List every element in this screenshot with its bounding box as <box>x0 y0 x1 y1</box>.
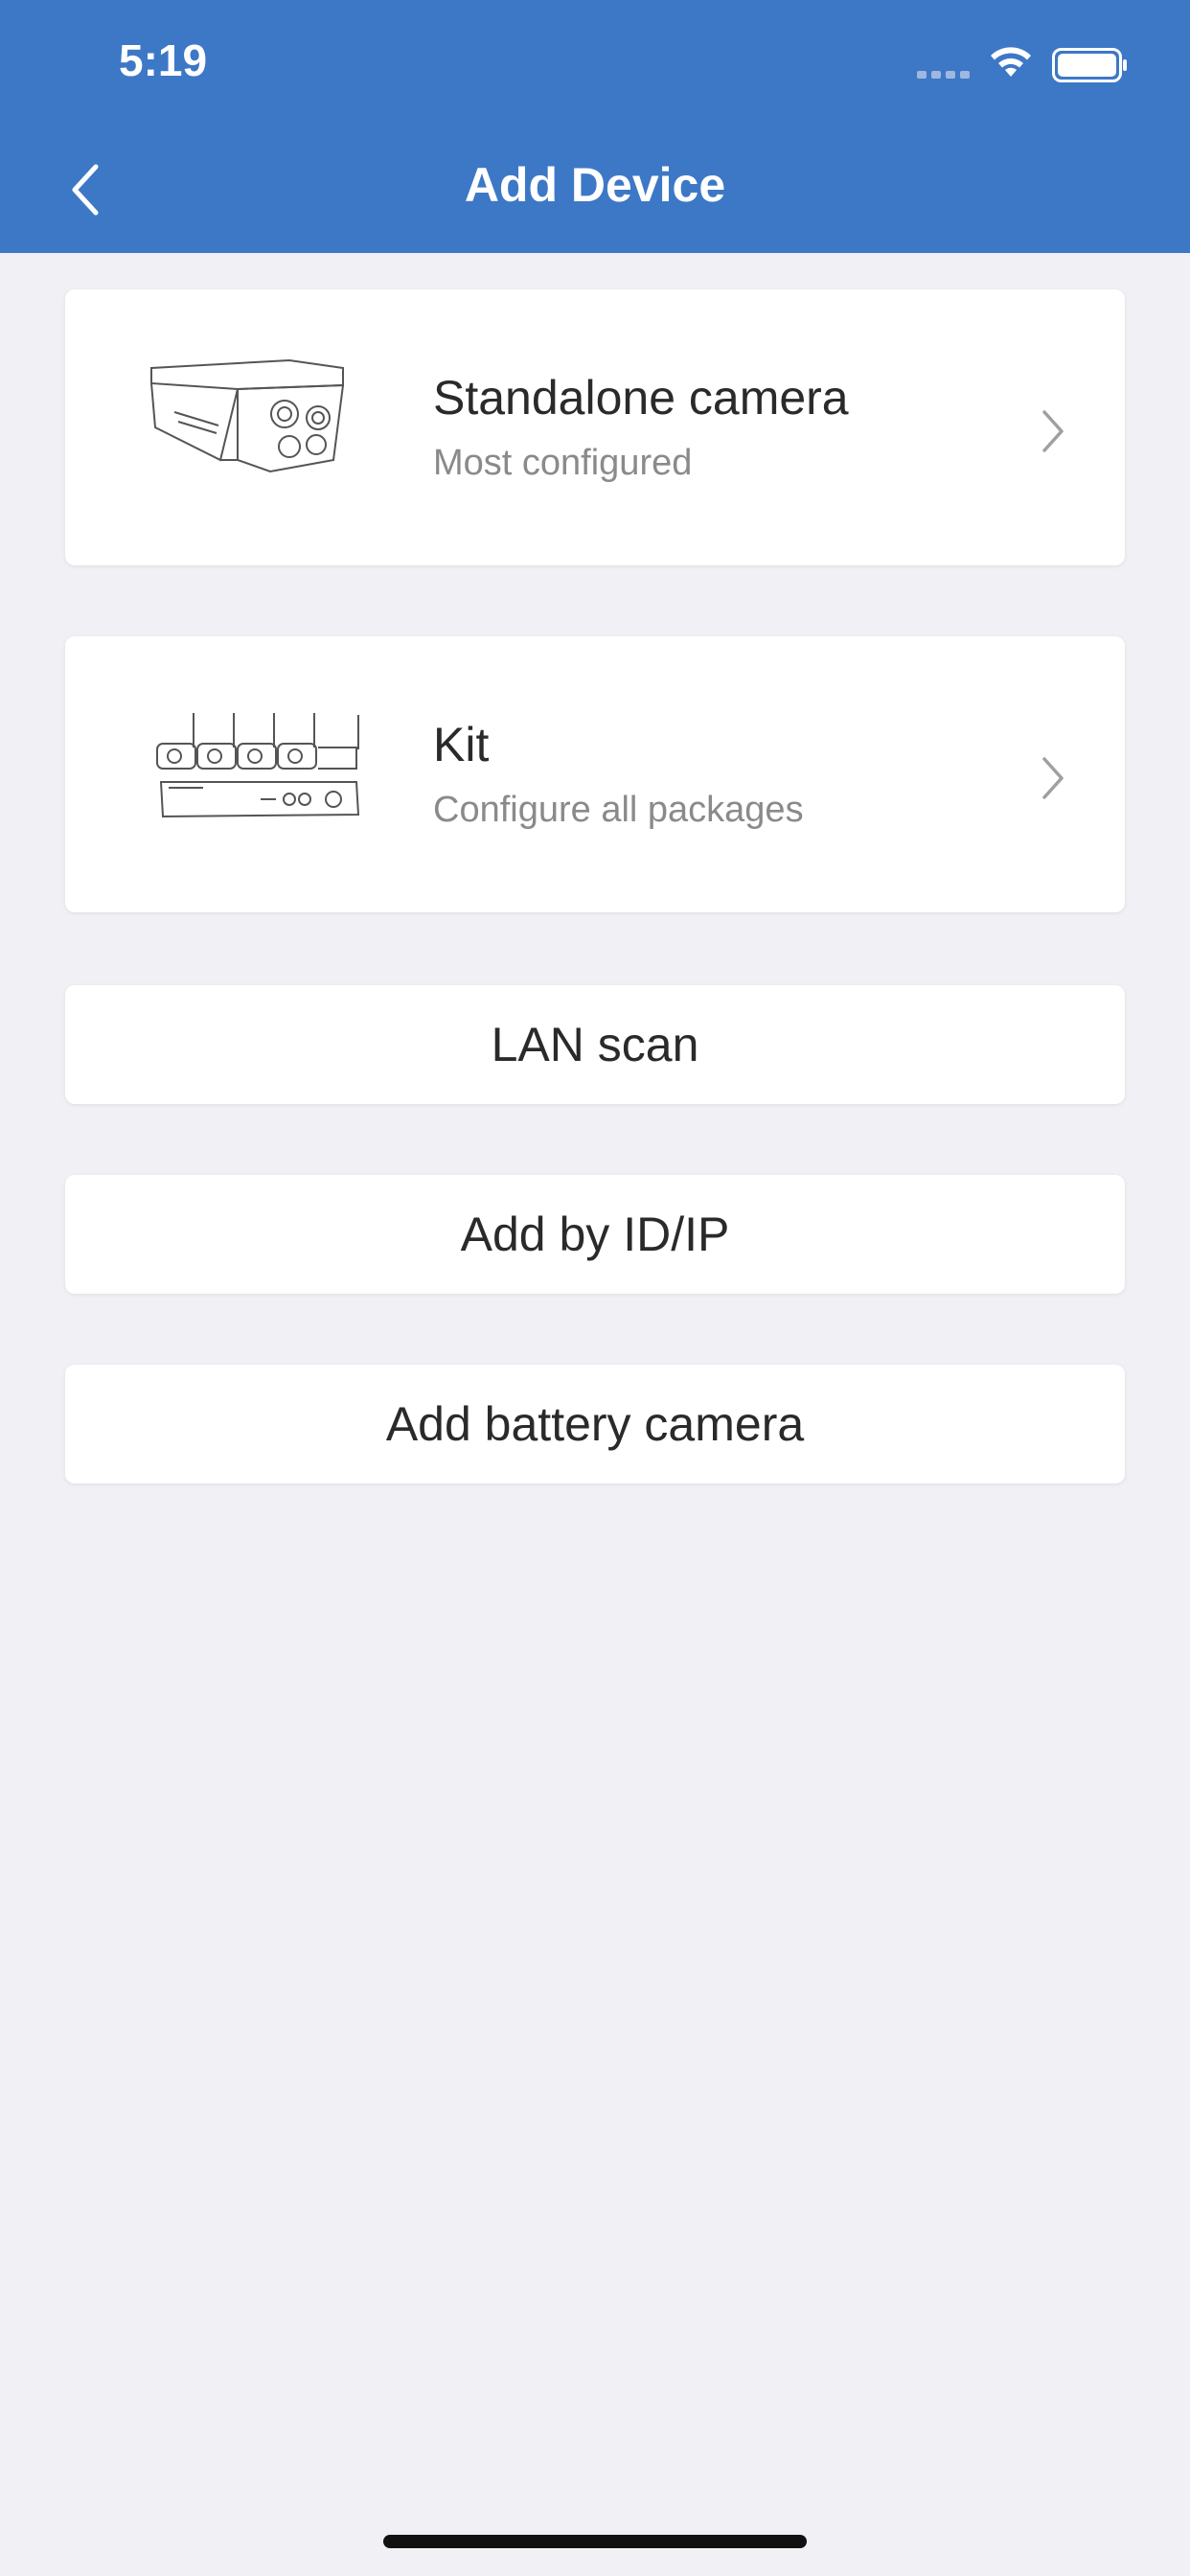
app-header: 5:19 Add Device <box>0 0 1190 253</box>
home-indicator <box>383 2535 807 2548</box>
wifi-icon <box>991 47 1031 77</box>
option-subtitle: Configure all packages <box>433 790 804 830</box>
option-kit[interactable]: Kit Configure all packages <box>65 636 1125 912</box>
bullet-camera-icon <box>150 358 345 473</box>
battery-icon <box>1052 48 1127 82</box>
camera-kit-icon <box>156 713 360 818</box>
add-by-id-ip-button[interactable]: Add by ID/IP <box>65 1175 1125 1294</box>
lan-scan-button[interactable]: LAN scan <box>65 985 1125 1104</box>
add-battery-camera-button[interactable]: Add battery camera <box>65 1365 1125 1484</box>
cellular-signal-icon <box>917 71 970 79</box>
status-time: 5:19 <box>119 35 208 85</box>
option-standalone-camera[interactable]: Standalone camera Most configured <box>65 289 1125 565</box>
chevron-right-icon <box>1042 757 1064 799</box>
chevron-right-icon <box>1042 410 1064 452</box>
page-title: Add Device <box>464 158 726 212</box>
option-title: Kit <box>433 718 490 771</box>
option-subtitle: Most configured <box>433 443 693 483</box>
option-title: Standalone camera <box>433 371 849 425</box>
